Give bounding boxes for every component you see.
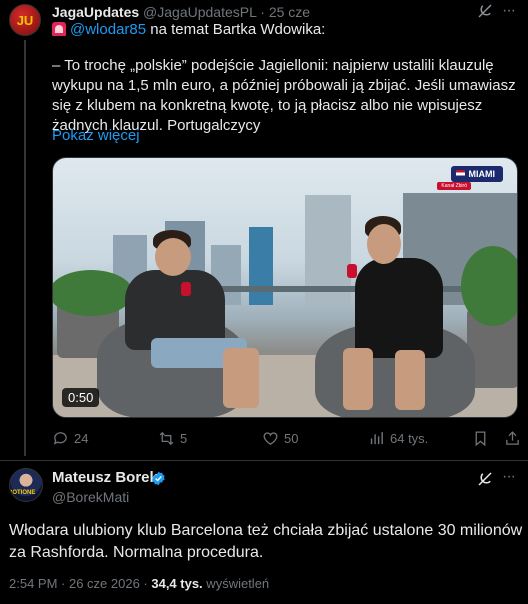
repost-button[interactable]: 5 [158,430,187,447]
person-head [367,224,401,264]
person-right [355,258,443,358]
plant [53,270,133,316]
person-leg [343,348,373,410]
person-leg [395,350,425,410]
heart-icon [263,432,278,445]
parent-tweet[interactable]: JU JagaUpdates @JagaUpdatesPL · 25 cze ·… [0,0,528,460]
reply-icon [53,432,67,445]
microphone [347,264,357,278]
tweet-meta: 2:54 PM · 26 cze 2026 · 34,4 tys. wyświe… [9,576,269,591]
like-button[interactable]: 50 [262,430,298,447]
tweet-header: JagaUpdates @JagaUpdatesPL · 25 cze [52,4,310,20]
siren-emoji-icon [52,22,66,36]
show-more-link[interactable]: Pokaż więcej [52,127,140,144]
tweet-divider [0,460,528,461]
views-label: wyświetleń [202,576,270,591]
tweet-text: Włodara ulubiony klub Barcelona też chci… [9,522,523,561]
share-icon [506,431,519,445]
author-avatar[interactable]: JU [9,4,41,36]
grok-icon[interactable] [476,2,494,20]
bookmark-button[interactable] [472,430,489,447]
views-icon [370,432,383,445]
mention-link[interactable]: @wlodar85 [70,21,146,38]
author-name[interactable]: JagaUpdates [52,4,139,20]
skyline-building [249,227,273,305]
views-total: 34,4 tys. [151,576,203,591]
tweet-text: – To trochę „polskie” podejście Jagiello… [52,57,516,134]
person-head [155,238,191,276]
repost-count: 5 [180,431,188,446]
share-button[interactable] [504,430,521,447]
thread-line [24,40,26,456]
repost-icon [159,431,174,446]
tweet-date[interactable]: · 25 cze [260,4,310,20]
tweet-timestamp[interactable]: 2:54 PM · 26 cze 2026 · [9,576,151,591]
bookmark-icon [475,431,486,447]
author-handle[interactable]: @JagaUpdatesPL [143,4,256,20]
more-icon[interactable]: ··· [502,2,516,20]
intro-text: na temat Bartka Wdowika: [146,21,326,38]
tweet-intro: @wlodar85 na temat Bartka Wdowika: [52,21,325,38]
author-handle[interactable]: @BorekMati [52,489,129,505]
author-avatar[interactable] [9,468,43,502]
like-count: 50 [284,431,299,446]
views-count: 64 tys. [390,431,429,446]
reply-count: 24 [74,431,89,446]
views-button[interactable]: 64 tys. [368,430,428,447]
tweet-actions: 24 5 50 64 tys. [52,430,522,450]
plant [461,246,517,326]
reply-button[interactable]: 24 [52,430,88,447]
person-leg [223,348,259,408]
avatar-logo-text: JU [16,12,34,28]
channel-badge: MIAMI [450,166,503,182]
more-icon[interactable]: ··· [502,468,516,486]
author-name[interactable]: Mateusz Borek [52,469,158,486]
video-duration: 0:50 [62,388,100,407]
verified-badge-icon [152,471,165,486]
microphone [181,282,191,296]
grok-icon[interactable] [476,470,494,488]
video-player[interactable]: MIAMI Kanał Zbiró 0:50 [52,157,518,418]
channel-badge-sub: Kanał Zbiró [437,182,471,190]
